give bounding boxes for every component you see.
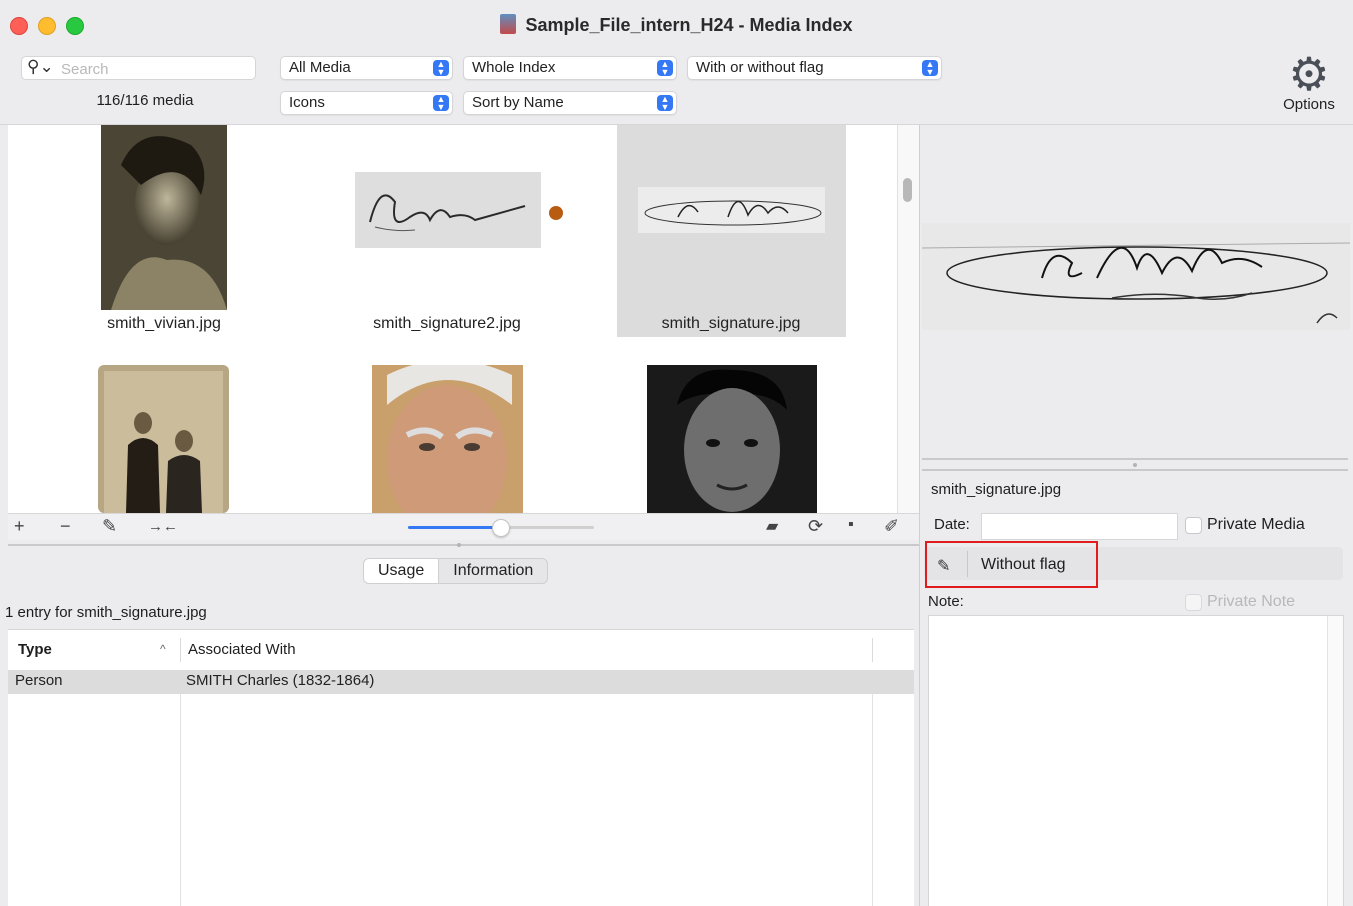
- edit-external-icon[interactable]: ✐: [884, 516, 899, 537]
- cell-type: Person: [15, 672, 63, 689]
- remove-icon[interactable]: −: [60, 516, 71, 537]
- folder-icon[interactable]: ▰: [766, 516, 778, 536]
- signature-preview-image: [922, 223, 1350, 330]
- chevron-updown-icon: ▲ ▼: [657, 60, 673, 77]
- split-divider[interactable]: [8, 540, 919, 550]
- add-icon[interactable]: +: [14, 516, 25, 537]
- usage-table[interactable]: Type ^ Associated With Person SMITH Char…: [8, 629, 914, 906]
- media-item-name: smith_signature.jpg: [661, 315, 801, 332]
- zoom-slider[interactable]: [408, 519, 594, 537]
- column-divider: [180, 638, 181, 662]
- chevron-updown-icon: ▲ ▼: [922, 60, 938, 77]
- sort-value: Sort by Name: [472, 94, 564, 111]
- column-header-associated[interactable]: Associated With: [188, 630, 296, 668]
- note-label: Note:: [928, 593, 964, 610]
- tab-usage[interactable]: Usage: [364, 559, 440, 583]
- private-note-label: Private Note: [1207, 593, 1296, 610]
- search-field[interactable]: ⚲⌄: [21, 56, 256, 80]
- media-item-name: smith_vivian.jpg: [107, 315, 221, 332]
- search-icon[interactable]: ⚲⌄: [27, 57, 54, 77]
- media-item-name: smith_signature2.jpg: [373, 315, 521, 332]
- options-button[interactable]: ⚙ Options: [1276, 48, 1342, 118]
- detail-filename: smith_signature.jpg: [931, 481, 1062, 498]
- window-title-text: Sample_File_intern_H24 - Media Index: [525, 15, 853, 35]
- document-icon: [500, 14, 517, 34]
- flag-dot-icon: [549, 206, 563, 220]
- gear-icon: ⚙: [1288, 48, 1330, 100]
- split-handle[interactable]: [457, 543, 461, 547]
- sort-ascending-icon[interactable]: ^: [160, 642, 166, 656]
- media-index-window: Sample_File_intern_H24 - Media Index ⚲⌄ …: [0, 0, 1353, 906]
- index-filter-select[interactable]: Whole Index ▲ ▼: [463, 56, 677, 80]
- couple-photo-image[interactable]: [98, 365, 229, 513]
- refresh-icon[interactable]: ⟳: [808, 516, 823, 537]
- zoom-slider-knob[interactable]: [492, 519, 510, 537]
- grid-toolbar: + − ✎ →← ▰ ⟳ ▪ ✐: [8, 513, 919, 540]
- media-preview: [920, 125, 1353, 458]
- portrait-woman-image: [101, 125, 227, 310]
- table-row[interactable]: Person SMITH Charles (1832-1864): [8, 670, 914, 694]
- search-input[interactable]: [59, 59, 253, 79]
- options-label: Options: [1283, 96, 1335, 113]
- view-mode-value: Icons: [289, 94, 325, 111]
- cell-associated: SMITH Charles (1832-1864): [186, 672, 375, 689]
- column-header-type[interactable]: Type: [18, 630, 52, 668]
- media-filter-value: All Media: [289, 59, 351, 76]
- media-filter-select[interactable]: All Media ▲ ▼: [280, 56, 453, 80]
- note-textarea[interactable]: [928, 615, 1344, 906]
- column-line: [180, 694, 181, 906]
- merge-icon[interactable]: →←: [148, 518, 178, 535]
- index-filter-value: Whole Index: [472, 59, 556, 76]
- detail-tabs: Usage Information: [363, 558, 549, 584]
- signature-image: [638, 187, 825, 233]
- flag-filter-value: With or without flag: [696, 59, 824, 76]
- column-divider: [872, 638, 873, 662]
- entry-count: 1 entry for smith_signature.jpg: [5, 604, 207, 621]
- zoom-slider-fill: [408, 526, 500, 529]
- title-bar: Sample_File_intern_H24 - Media Index: [0, 0, 1353, 50]
- chevron-updown-icon: ▲ ▼: [433, 60, 449, 77]
- portrait-young-man-image[interactable]: [647, 365, 817, 513]
- portrait-old-man-image[interactable]: [372, 365, 523, 513]
- note-scrollbar[interactable]: [1327, 616, 1343, 906]
- media-grid[interactable]: smith_vivian.jpg smith_signature2.jpg sm…: [8, 125, 897, 513]
- window-title: Sample_File_intern_H24 - Media Index: [0, 14, 1353, 36]
- private-note-checkbox[interactable]: [1185, 594, 1202, 611]
- private-media-checkbox[interactable]: [1185, 517, 1202, 534]
- grid-scrollbar-thumb[interactable]: [903, 178, 912, 202]
- chevron-updown-icon: ▲ ▼: [657, 95, 673, 112]
- tab-information[interactable]: Information: [439, 559, 547, 583]
- view-mode-select[interactable]: Icons ▲ ▼: [280, 91, 453, 115]
- split-handle[interactable]: [1133, 463, 1137, 467]
- highlight-box: [925, 541, 1098, 588]
- signature-image: [355, 172, 541, 248]
- flag-filter-select[interactable]: With or without flag ▲ ▼: [687, 56, 942, 80]
- sort-select[interactable]: Sort by Name ▲ ▼: [463, 91, 677, 115]
- edit-pencil-icon[interactable]: ✎: [102, 516, 117, 537]
- date-label: Date:: [934, 516, 970, 533]
- save-icon[interactable]: ▪: [848, 516, 854, 534]
- media-count: 116/116 media: [96, 92, 194, 109]
- date-input[interactable]: [981, 513, 1178, 540]
- private-media-label: Private Media: [1207, 516, 1305, 533]
- column-line: [872, 694, 873, 906]
- grid-scrollbar[interactable]: [897, 125, 920, 513]
- chevron-updown-icon: ▲ ▼: [433, 95, 449, 112]
